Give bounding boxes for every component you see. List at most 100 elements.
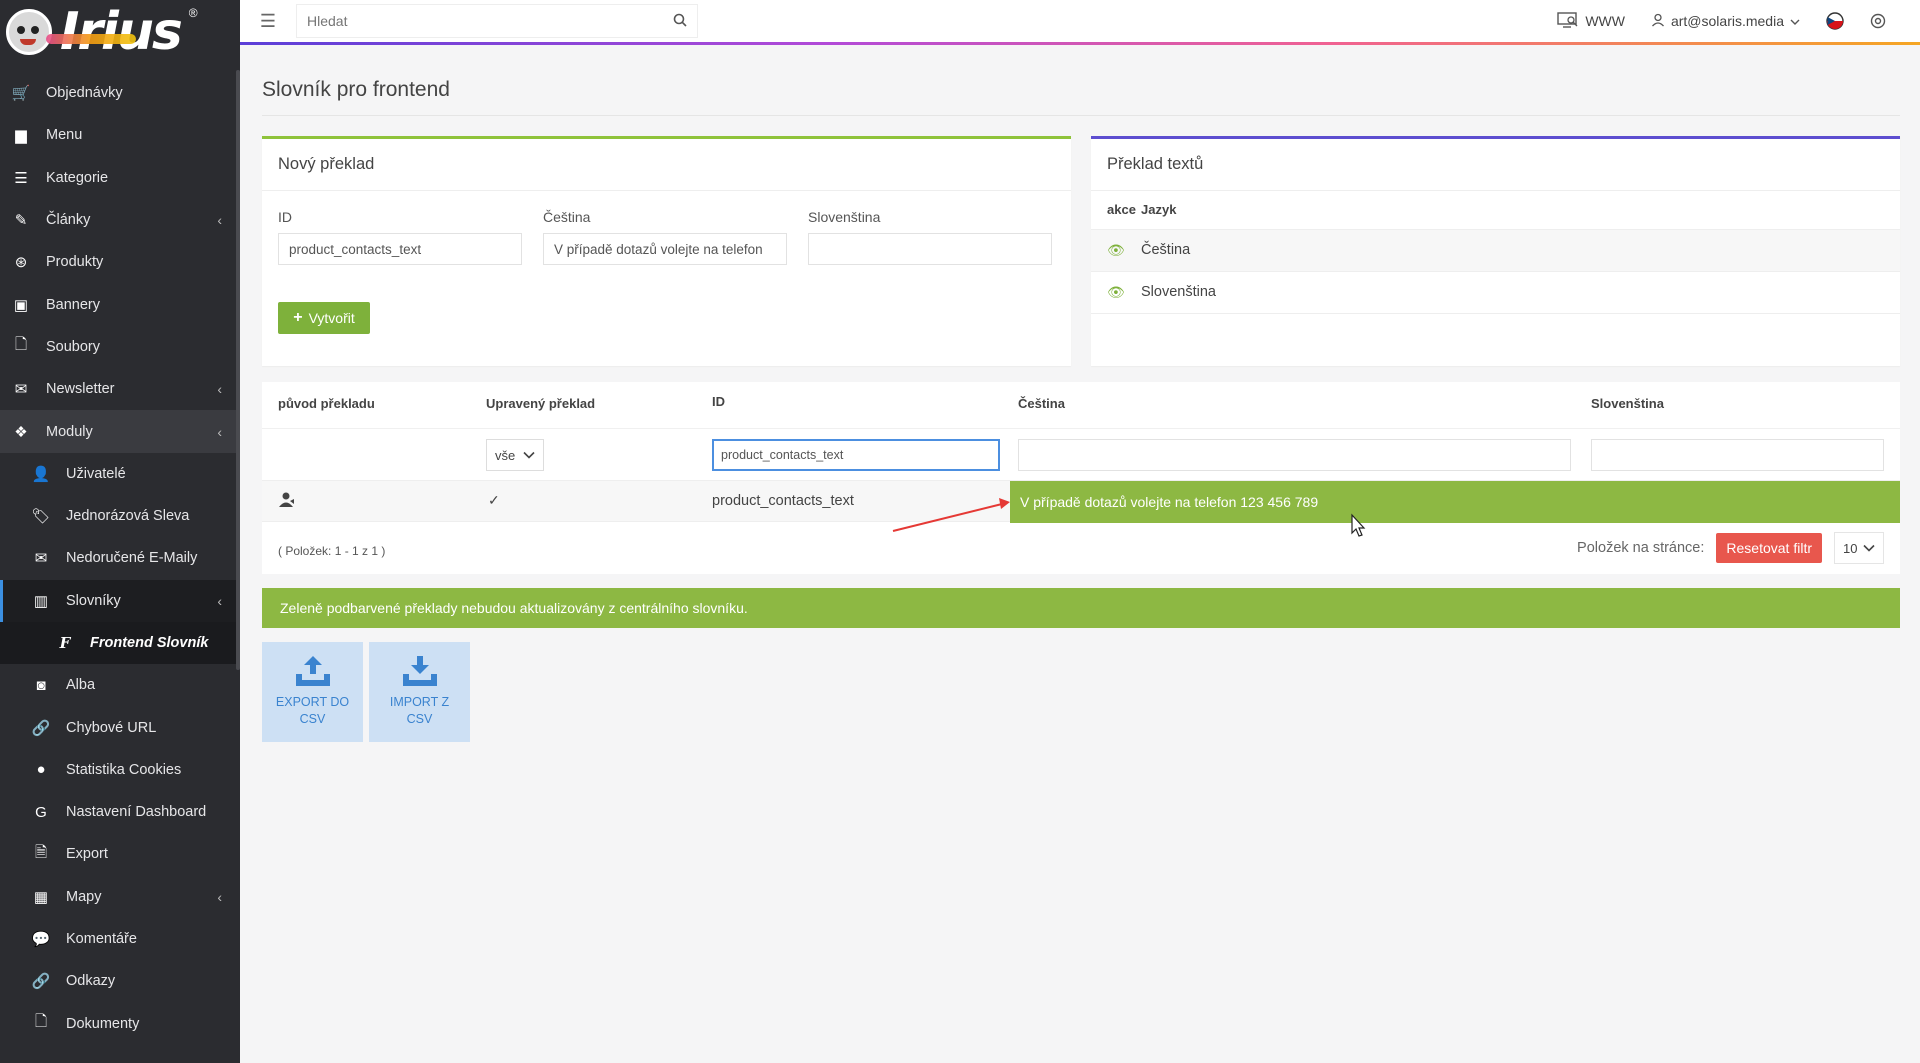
id-field-group: ID product_contacts_text xyxy=(278,209,522,265)
monitor-search-icon xyxy=(1557,11,1579,31)
sidebar-item-label: Mapy xyxy=(66,888,102,905)
sidebar-item-alba[interactable]: ◙ Alba xyxy=(0,664,240,706)
edited-filter-value: vše xyxy=(495,447,516,463)
create-button[interactable]: + Vytvořit xyxy=(278,302,370,334)
col-language-header: Jazyk xyxy=(1141,191,1900,230)
new-translation-card: Nový překlad ID product_contacts_text Če… xyxy=(262,136,1071,366)
sidebar-item-moduly[interactable]: ❖ Moduly ‹ xyxy=(0,410,240,453)
sidebar-item-label: Články xyxy=(46,212,91,229)
list-icon: ☰ xyxy=(14,169,28,187)
plus-icon: + xyxy=(293,309,303,326)
sidebar-item-odkazy[interactable]: 🔗 Odkazy xyxy=(0,960,240,1002)
sidebar-item-kategorie[interactable]: ☰ Kategorie xyxy=(0,157,240,199)
main-content: Slovník pro frontend Nový překlad ID pro… xyxy=(262,46,1900,742)
sidebar-scrollbar[interactable] xyxy=(236,70,240,670)
import-line1: IMPORT Z xyxy=(389,695,450,709)
search-icon[interactable] xyxy=(673,13,687,30)
table-row[interactable]: ✓ product_contacts_text V případě dotazů… xyxy=(262,480,1900,523)
sidebar-item-frontend-slovník[interactable]: F Frontend Slovník xyxy=(0,621,240,665)
sidebar: Irius ® 🛒 Objednávky ▆ Menu ☰ Kategorie ✎ Článk… xyxy=(0,0,240,1063)
sidebar-item-produkty[interactable]: ⊛ Produkty xyxy=(0,241,240,283)
row-id: product_contacts_text xyxy=(712,493,854,509)
header-id: ID xyxy=(712,394,725,409)
sidebar-item-komentáře[interactable]: 💬 Komentáře xyxy=(0,918,240,960)
cs-field-group: Čeština V případě dotazů volejte na tele… xyxy=(543,209,787,265)
sidebar-item-nastavení-dashboard[interactable]: G Nastavení Dashboard xyxy=(0,791,240,833)
sidebar-item-dokumenty[interactable]: 🗋 Dokumenty xyxy=(0,1003,240,1045)
sidebar-item-nedoručené-e-maily[interactable]: ✉ Nedoručené E-Maily xyxy=(0,537,240,579)
edited-check-icon: ✓ xyxy=(488,492,500,508)
chevron-left-icon: ‹ xyxy=(217,381,222,398)
id-label: ID xyxy=(278,209,292,225)
view-cs-icon[interactable]: 👁 xyxy=(1091,229,1141,272)
sidebar-item-uživatelé[interactable]: 👤 Uživatelé xyxy=(0,453,240,495)
sidebar-item-label: Alba xyxy=(66,677,96,694)
logo[interactable]: Irius ® xyxy=(0,0,240,64)
user-icon xyxy=(1651,13,1665,30)
sidebar-item-export[interactable]: 🗎 Export xyxy=(0,833,240,875)
view-sk-icon[interactable]: 👁 xyxy=(1091,271,1141,314)
sidebar-item-label: Objednávky xyxy=(46,85,123,102)
language-flag-cz[interactable] xyxy=(1826,12,1844,30)
import-line2: CSV xyxy=(406,712,433,726)
sidebar-item-objednávky[interactable]: 🛒 Objednávky xyxy=(0,72,240,114)
language-sk: Slovenština xyxy=(1141,271,1900,314)
cs-filter-input[interactable] xyxy=(1018,439,1571,471)
modules-icon: ❖ xyxy=(14,423,28,441)
sidebar-item-label: Jednorázová Sleva xyxy=(66,508,190,525)
chevron-left-icon: ‹ xyxy=(217,423,222,440)
sk-field[interactable] xyxy=(808,233,1052,265)
sidebar-item-mapy[interactable]: ▦ Mapy ‹ xyxy=(0,876,240,918)
file-icon: 🗋 xyxy=(14,336,28,354)
link-icon: 🔗 xyxy=(31,973,51,991)
sidebar-item-newsletter[interactable]: ✉ Newsletter ‹ xyxy=(0,368,240,410)
sidebar-item-label: Kategorie xyxy=(46,169,109,186)
language-table: akce Jazyk 👁 Čeština 👁 Slovenština xyxy=(1091,191,1900,314)
sidebar-item-label: Newsletter xyxy=(46,381,115,398)
chevron-left-icon: ‹ xyxy=(217,592,222,609)
header-sk: Slovenština xyxy=(1591,396,1664,411)
sidebar-item-chybové-url[interactable]: 🔗 Chybové URL xyxy=(0,706,240,748)
items-summary: ( Položek: 1 - 1 z 1 ) xyxy=(278,544,386,558)
pagination-controls: Položek na stránce: Resetovat filtr 10 xyxy=(1577,532,1884,564)
table-row: 👁 Slovenština xyxy=(1091,271,1900,314)
reset-filter-button[interactable]: Resetovat filtr xyxy=(1716,533,1822,563)
sidebar-item-label: Produkty xyxy=(46,254,104,271)
sidebar-item-slovníky[interactable]: ▥ Slovníky ‹ xyxy=(0,579,240,622)
sidebar-item-jednorázová-sleva[interactable]: 🏷 Jednorázová Sleva xyxy=(0,495,240,537)
id-filter-input[interactable]: product_contacts_text xyxy=(712,439,1000,471)
sidebar-item-soubory[interactable]: 🗋 Soubory xyxy=(0,326,240,368)
sidebar-item-label: Bannery xyxy=(46,296,101,313)
export-csv-button[interactable]: EXPORT DO CSV xyxy=(262,642,363,742)
sidebar-item-bannery[interactable]: ▣ Bannery xyxy=(0,283,240,325)
cs-field[interactable]: V případě dotazů volejte na telefon xyxy=(543,233,787,265)
sk-filter-input[interactable] xyxy=(1591,439,1884,471)
hamburger-menu-icon[interactable]: ☰ xyxy=(240,11,296,32)
sidebar-item-menu[interactable]: ▆ Menu xyxy=(0,114,240,156)
header-origin: původ překladu xyxy=(278,396,375,411)
translations-table: původ překladu Upravený překlad ID Češti… xyxy=(262,382,1900,574)
table-header: původ překladu Upravený překlad ID Češti… xyxy=(262,382,1900,428)
sidebar-item-label: Export xyxy=(66,846,108,863)
chevron-down-icon xyxy=(1863,544,1875,552)
sidebar-item-statistika-cookies[interactable]: ● Statistika Cookies xyxy=(0,749,240,791)
power-icon[interactable] xyxy=(1870,13,1886,29)
link-icon: 🔗 xyxy=(31,719,51,737)
id-field[interactable]: product_contacts_text xyxy=(278,233,522,265)
sidebar-item-label: Nedoručené E-Maily xyxy=(66,550,198,567)
csv-buttons: EXPORT DO CSV IMPORT Z CSV xyxy=(262,642,1900,742)
per-page-select[interactable]: 10 xyxy=(1834,532,1884,564)
doc-icon: 🗋 xyxy=(34,1013,48,1031)
new-translation-title: Nový překlad xyxy=(262,139,1071,191)
www-link[interactable]: WWW xyxy=(1557,11,1625,31)
sidebar-nav: 🛒 Objednávky ▆ Menu ☰ Kategorie ✎ Články ‹ ⊛ Produ… xyxy=(0,72,240,1045)
user-menu[interactable]: art@solaris.media xyxy=(1651,13,1800,30)
sidebar-item-články[interactable]: ✎ Články ‹ xyxy=(0,199,240,241)
export-line2: CSV xyxy=(299,712,326,726)
import-csv-button[interactable]: IMPORT Z CSV xyxy=(369,642,470,742)
row-cs-translation[interactable]: V případě dotazů volejte na telefon 123 … xyxy=(1010,481,1900,523)
table-row: 👁 Čeština xyxy=(1091,229,1900,272)
edited-filter-select[interactable]: vše xyxy=(486,439,544,471)
search-input[interactable] xyxy=(307,13,673,29)
sk-field-group: Slovenština xyxy=(808,209,1052,265)
